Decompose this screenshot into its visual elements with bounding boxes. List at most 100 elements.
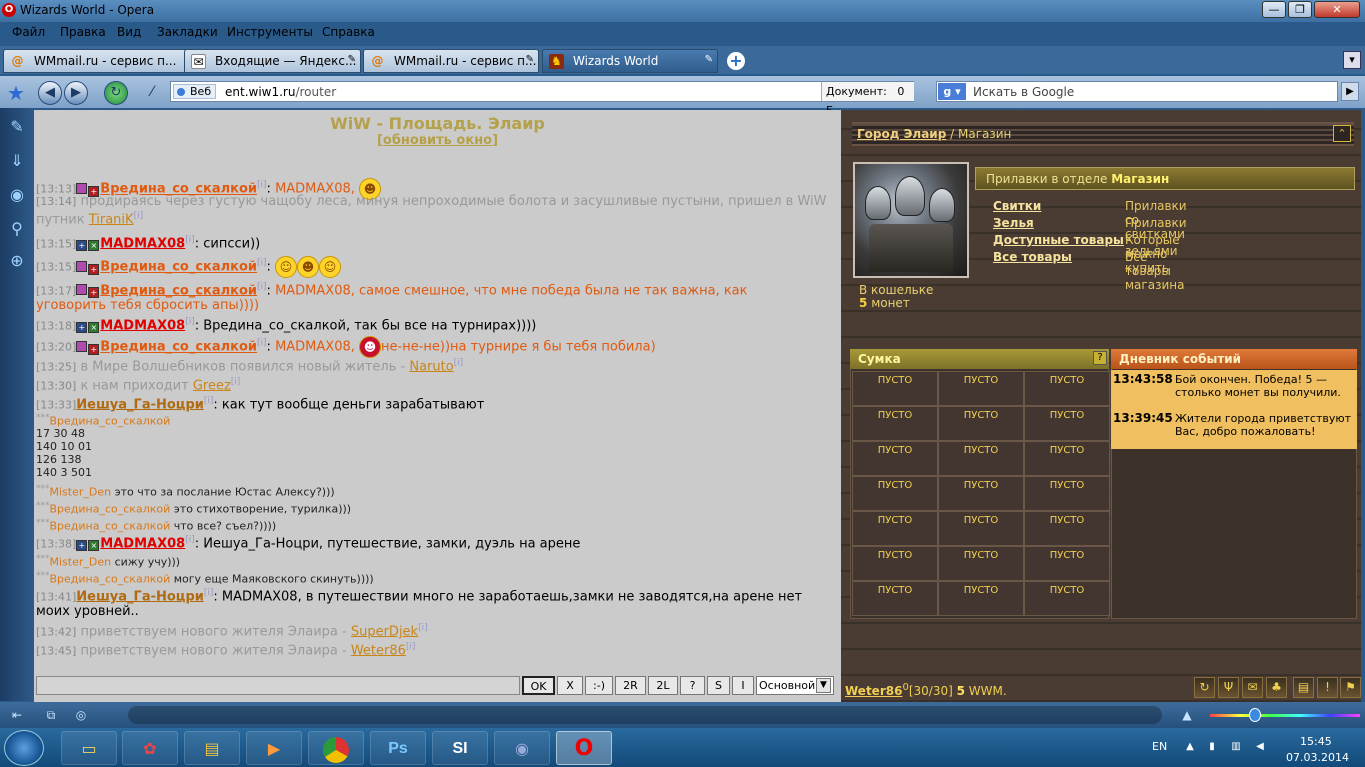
- book-icon[interactable]: ▤: [1293, 677, 1314, 698]
- bag-slot[interactable]: ПУСТО: [1024, 476, 1110, 511]
- si-task[interactable]: SI: [432, 731, 488, 765]
- volume-icon[interactable]: ◀: [1254, 741, 1266, 753]
- start-button[interactable]: [4, 730, 44, 766]
- clock-time[interactable]: 15:45: [1300, 735, 1332, 748]
- mail-icon[interactable]: ✉: [1242, 677, 1263, 698]
- network-icon[interactable]: ▥: [1230, 741, 1242, 753]
- pencil-icon[interactable]: ✎: [526, 54, 534, 65]
- chat-nick[interactable]: Вредина_со_скалкой: [100, 283, 257, 298]
- tab-menu-button[interactable]: ▾: [1343, 51, 1361, 69]
- search-go-button[interactable]: ▶: [1341, 82, 1359, 101]
- refresh-window-link[interactable]: [обновить окно]: [34, 133, 841, 148]
- search-icon[interactable]: ⚲: [6, 218, 28, 240]
- bag-slot[interactable]: ПУСТО: [1024, 581, 1110, 616]
- zoom-handle[interactable]: [1249, 708, 1261, 722]
- tab-wizards-world[interactable]: ♞ Wizards World ✎: [542, 49, 718, 73]
- private-2l-button[interactable]: 2L: [648, 676, 678, 695]
- panel-toggle-icon[interactable]: ⇤: [8, 707, 26, 723]
- bag-slot[interactable]: ПУСТО: [938, 371, 1024, 406]
- shop-link-all[interactable]: Все товары: [993, 250, 1072, 264]
- chat-nick[interactable]: Вредина_со_скалкой: [100, 340, 257, 355]
- character-icon[interactable]: ♣: [1266, 677, 1287, 698]
- new-tab-button[interactable]: +: [727, 52, 745, 70]
- opera-task[interactable]: O: [556, 731, 612, 765]
- send-ok-button[interactable]: OK: [522, 676, 555, 695]
- settings-s-button[interactable]: S: [707, 676, 730, 695]
- bag-slot[interactable]: ПУСТО: [938, 441, 1024, 476]
- close-window-button[interactable]: ✕: [1314, 1, 1360, 18]
- chat-nick[interactable]: TiraniK: [89, 212, 134, 227]
- shop-link-scrolls[interactable]: Свитки: [993, 199, 1041, 213]
- clear-button[interactable]: X: [557, 676, 583, 695]
- bag-slot[interactable]: ПУСТО: [1024, 546, 1110, 581]
- media-player-task[interactable]: ▶: [246, 731, 302, 765]
- chrome-task[interactable]: [308, 731, 364, 765]
- bag-slot[interactable]: ПУСТО: [852, 406, 938, 441]
- chat-nick[interactable]: Вредина_со_скалкой: [100, 260, 257, 275]
- player-nick[interactable]: Weter86: [845, 684, 902, 698]
- tab-wmmail-2[interactable]: @ WMmail.ru - сервис п... ✎: [363, 49, 539, 73]
- city-link[interactable]: Город Элаир: [857, 127, 946, 141]
- menu-view[interactable]: Вид: [117, 25, 141, 39]
- exit-icon[interactable]: ⚑: [1340, 677, 1361, 698]
- forward-button[interactable]: ▶: [64, 81, 88, 105]
- chat-nick[interactable]: Naruto: [409, 359, 453, 374]
- bag-slot[interactable]: ПУСТО: [852, 581, 938, 616]
- web-badge[interactable]: Веб: [173, 84, 217, 99]
- bag-slot[interactable]: ПУСТО: [852, 441, 938, 476]
- wand-icon[interactable]: ⁄: [142, 84, 162, 104]
- history-panel-icon[interactable]: ◉: [6, 184, 28, 206]
- tree-icon[interactable]: Ψ: [1218, 677, 1239, 698]
- collapse-icon[interactable]: ⌃: [1333, 125, 1351, 142]
- zoom-slider[interactable]: [1210, 714, 1360, 717]
- bag-slot[interactable]: ПУСТО: [852, 476, 938, 511]
- private-2r-button[interactable]: 2R: [615, 676, 646, 695]
- photoshop-task[interactable]: Ps: [370, 731, 426, 765]
- bag-slot[interactable]: ПУСТО: [938, 406, 1024, 441]
- language-indicator[interactable]: EN: [1152, 740, 1167, 753]
- turbo-icon[interactable]: ◎: [72, 707, 90, 723]
- chevron-down-icon[interactable]: ▼: [816, 678, 831, 693]
- unite-icon[interactable]: ▲: [1178, 707, 1196, 723]
- chat-nick[interactable]: Weter86: [351, 643, 406, 658]
- bag-slot[interactable]: ПУСТО: [1024, 406, 1110, 441]
- chat-nick[interactable]: MADMAX08: [100, 536, 185, 551]
- alert-icon[interactable]: !: [1317, 677, 1338, 698]
- bag-slot[interactable]: ПУСТО: [852, 511, 938, 546]
- menu-bookmarks[interactable]: Закладки: [157, 25, 218, 39]
- explorer-task[interactable]: ▭: [61, 731, 117, 765]
- bookmarks-panel-icon[interactable]: ✎: [6, 116, 28, 138]
- folder-task[interactable]: ▤: [184, 731, 240, 765]
- tray-chevron-icon[interactable]: ▲: [1184, 741, 1196, 753]
- app2-task[interactable]: ◉: [494, 731, 550, 765]
- downloads-panel-icon[interactable]: ⇓: [6, 150, 28, 172]
- minimize-button[interactable]: —: [1262, 1, 1286, 18]
- menu-tools[interactable]: Инструменты: [227, 25, 313, 39]
- maximize-button[interactable]: ❐: [1288, 1, 1312, 18]
- chat-nick[interactable]: SuperDjek: [351, 624, 418, 639]
- tray-device-icon[interactable]: ▮: [1206, 741, 1218, 753]
- bag-slot[interactable]: ПУСТО: [1024, 441, 1110, 476]
- speed-dial-icon[interactable]: ⧉: [42, 707, 60, 723]
- chat-nick[interactable]: Greez: [193, 378, 231, 393]
- clock-date[interactable]: 07.03.2014: [1286, 751, 1349, 764]
- search-field[interactable]: g ▾ Искать в Google: [936, 81, 1338, 102]
- bag-slot[interactable]: ПУСТО: [852, 371, 938, 406]
- bag-slot[interactable]: ПУСТО: [1024, 511, 1110, 546]
- bag-slot[interactable]: ПУСТО: [938, 511, 1024, 546]
- menu-edit[interactable]: Правка: [60, 25, 106, 39]
- add-panel-icon[interactable]: ⊕: [6, 250, 28, 272]
- tab-yandex-mail[interactable]: ✉ Входящие — Яндекс... ✎: [184, 49, 361, 73]
- menu-help[interactable]: Справка: [322, 25, 375, 39]
- menu-file[interactable]: Файл: [12, 25, 45, 39]
- app-task[interactable]: ✿: [122, 731, 178, 765]
- pencil-icon[interactable]: ✎: [705, 54, 713, 65]
- chat-nick[interactable]: MADMAX08: [100, 236, 185, 251]
- url-field[interactable]: Веб ent.wiw1.ru/router Документ: 0 Б: [170, 81, 914, 117]
- back-button[interactable]: ◀: [38, 81, 62, 105]
- chat-input[interactable]: [36, 676, 520, 695]
- info-link[interactable]: [i]: [257, 180, 267, 190]
- bag-slot[interactable]: ПУСТО: [938, 581, 1024, 616]
- bag-slot[interactable]: ПУСТО: [938, 476, 1024, 511]
- reload-button[interactable]: ↻: [104, 81, 128, 105]
